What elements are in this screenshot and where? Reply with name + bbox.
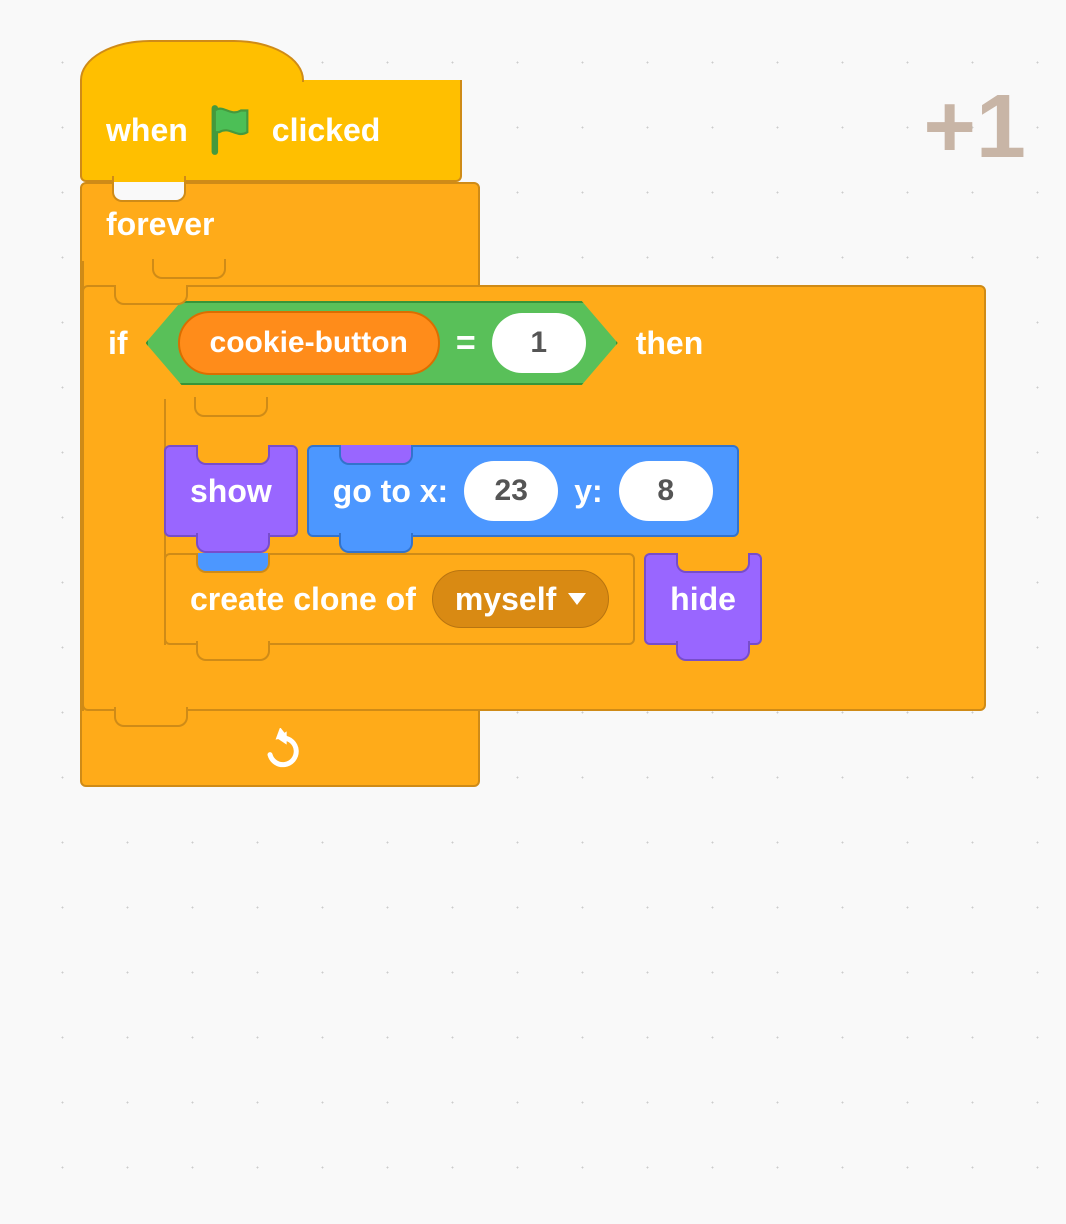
clone-target-label: myself xyxy=(455,581,556,618)
hide-label: hide xyxy=(670,581,736,618)
then-label: then xyxy=(636,325,704,362)
forever-block[interactable]: forever if cookie-button = 1 then xyxy=(80,182,480,787)
goto-prefix: go to x: xyxy=(333,473,449,510)
scratch-script: when clicked forever if cookie-button = xyxy=(80,40,480,787)
clone-prefix: create clone of xyxy=(190,581,416,618)
flag-icon xyxy=(204,104,256,156)
equals-sign: = xyxy=(456,324,476,363)
if-arm xyxy=(84,399,166,645)
variable-reporter[interactable]: cookie-button xyxy=(178,311,440,375)
create-clone-block[interactable]: create clone of myself xyxy=(164,553,635,645)
if-foot xyxy=(84,645,984,709)
hat-when-flag-clicked[interactable]: when clicked xyxy=(80,80,462,182)
equals-value-input[interactable]: 1 xyxy=(492,313,586,373)
forever-label: forever xyxy=(106,206,215,242)
hide-block[interactable]: hide xyxy=(644,553,762,645)
goto-xy-block[interactable]: go to x: 23 y: 8 xyxy=(307,445,739,537)
goto-mid: y: xyxy=(574,473,602,510)
forever-foot xyxy=(82,711,478,785)
chevron-down-icon xyxy=(568,593,586,605)
if-block[interactable]: if cookie-button = 1 then xyxy=(82,285,986,711)
equals-operator[interactable]: cookie-button = 1 xyxy=(146,301,618,385)
hat-when-label: when xyxy=(106,112,188,149)
if-mouth: show go to x: 23 y: 8 xyxy=(164,399,984,645)
hat-clicked-label: clicked xyxy=(272,112,381,149)
forever-head: forever xyxy=(82,184,478,261)
show-label: show xyxy=(190,473,272,510)
overlay-plus-one: +1 xyxy=(923,76,1026,179)
if-label: if xyxy=(108,325,128,362)
goto-y-input[interactable]: 8 xyxy=(619,461,713,521)
goto-x-input[interactable]: 23 xyxy=(464,461,558,521)
forever-mouth: if cookie-button = 1 then xyxy=(82,261,986,711)
clone-target-dropdown[interactable]: myself xyxy=(432,570,609,628)
show-block[interactable]: show xyxy=(164,445,298,537)
loop-arrow-icon xyxy=(260,728,300,768)
